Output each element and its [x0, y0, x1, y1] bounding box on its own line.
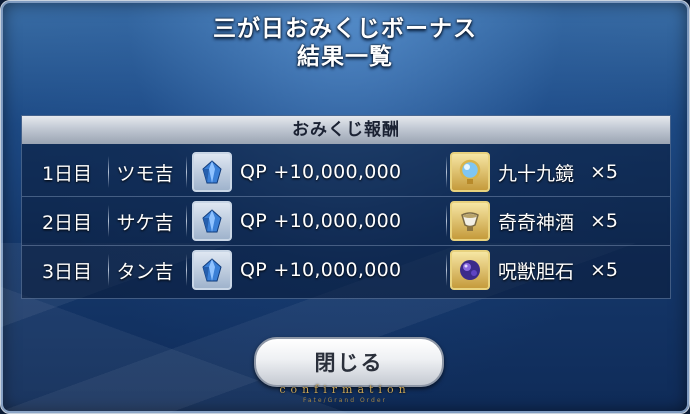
divider [186, 205, 187, 237]
qp-amount: QP +10,000,000 [240, 210, 402, 232]
day-label: 2日目 [41, 211, 93, 234]
rewards-panel: おみくじ報酬 1日目 ツモ吉 QP +10,000,000 九十九鏡 ×5 2日… [21, 115, 671, 299]
rewards-header: おみくじ報酬 [22, 116, 670, 144]
divider [446, 254, 447, 286]
day-label: 3日目 [41, 260, 93, 283]
qp-crystal-icon [192, 250, 232, 290]
item-reward: 九十九鏡 ×5 [450, 148, 665, 196]
divider [186, 254, 187, 286]
title-line-2: 結果一覧 [297, 44, 393, 70]
fortune-label: ツモ吉 [116, 162, 174, 185]
divider [108, 205, 109, 237]
gallstone-icon [450, 250, 490, 290]
item-name: 九十九鏡 [498, 162, 575, 185]
day-label: 1日目 [41, 162, 93, 185]
qp-amount: QP +10,000,000 [240, 259, 402, 281]
item-quantity: ×5 [590, 210, 619, 232]
confirmation-label: confirmation [279, 383, 411, 396]
qp-crystal-icon [192, 152, 232, 192]
title-line-1: 三が日おみくじボーナス [213, 16, 477, 42]
qp-reward: QP +10,000,000 [192, 197, 442, 245]
close-button[interactable]: 閉じる [254, 337, 444, 387]
item-reward: 呪獣胆石 ×5 [450, 246, 665, 294]
reward-row: 1日目 ツモ吉 QP +10,000,000 九十九鏡 ×5 [22, 148, 670, 197]
divider [186, 156, 187, 188]
fortune-label: サケ吉 [116, 211, 174, 234]
item-reward: 奇奇神酒 ×5 [450, 197, 665, 245]
rewards-list: 1日目 ツモ吉 QP +10,000,000 九十九鏡 ×5 2日目 サケ吉 Q… [22, 148, 670, 294]
qp-crystal-icon [192, 201, 232, 241]
mirror-icon [450, 152, 490, 192]
reward-row: 3日目 タン吉 QP +10,000,000 呪獣胆石 ×5 [22, 246, 670, 294]
divider [108, 156, 109, 188]
qp-reward: QP +10,000,000 [192, 148, 442, 196]
divider [108, 254, 109, 286]
divider [446, 205, 447, 237]
confirmation-sublabel: Fate/Grand Order [302, 397, 387, 404]
fortune-label: タン吉 [116, 260, 174, 283]
item-name: 奇奇神酒 [498, 211, 575, 234]
divider [446, 156, 447, 188]
bonus-dialog: 三が日おみくじボーナス 結果一覧 おみくじ報酬 1日目 ツモ吉 QP +10,0… [0, 0, 690, 414]
item-quantity: ×5 [590, 161, 619, 183]
item-name: 呪獣胆石 [498, 260, 575, 283]
sake-cup-icon [450, 201, 490, 241]
item-quantity: ×5 [590, 259, 619, 281]
qp-reward: QP +10,000,000 [192, 246, 442, 294]
qp-amount: QP +10,000,000 [240, 161, 402, 183]
dialog-title: 三が日おみくじボーナス 結果一覧 [1, 15, 689, 71]
reward-row: 2日目 サケ吉 QP +10,000,000 奇奇神酒 ×5 [22, 197, 670, 246]
